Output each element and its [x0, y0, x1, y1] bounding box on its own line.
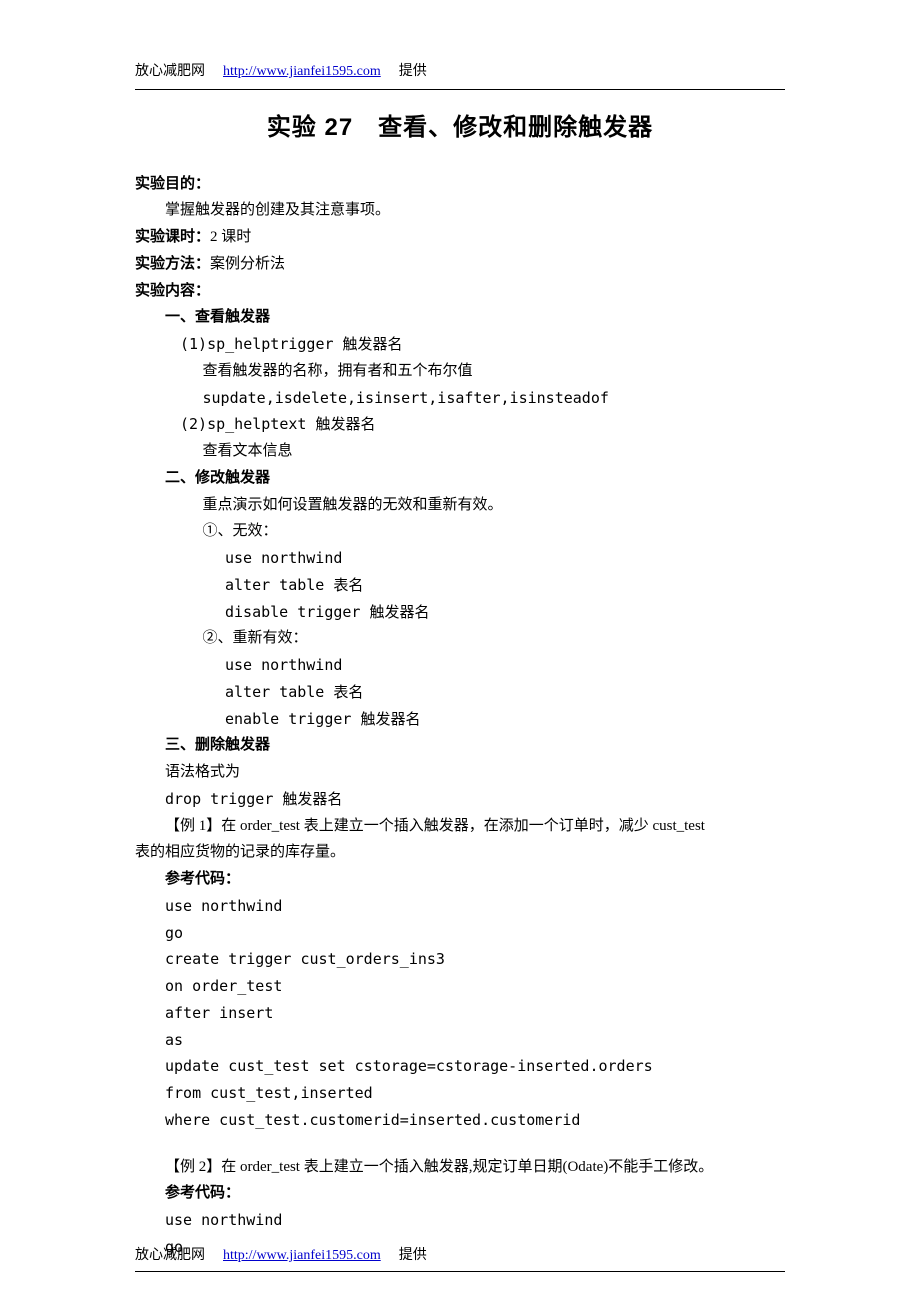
ex1-c8: from cust_test,inserted	[135, 1081, 785, 1106]
ex1-c5: after insert	[135, 1001, 785, 1026]
ex1-c6: as	[135, 1028, 785, 1053]
ex2-c1: use northwind	[135, 1208, 785, 1233]
ex1-ref-label: 参考代码：	[135, 867, 785, 892]
part3-l1: 语法格式为	[135, 760, 785, 785]
footer-site-link[interactable]: http://www.jianfei1595.com	[223, 1244, 381, 1267]
ex1-title-l2: 表的相应货物的记录的库存量。	[135, 840, 785, 865]
method-text: 案例分析法	[210, 256, 285, 272]
document-page: 放心减肥网 http://www.jianfei1595.com 提供 实验 2…	[0, 0, 920, 1302]
purpose-label: 实验目的：	[135, 175, 210, 192]
header-site-link[interactable]: http://www.jianfei1595.com	[223, 60, 381, 83]
ex1-c9: where cust_test.customerid=inserted.cust…	[135, 1108, 785, 1133]
ex2-title: 【例 2】在 order_test 表上建立一个插入触发器,规定订单日期(Oda…	[135, 1155, 785, 1180]
content-label: 实验内容：	[135, 282, 210, 299]
part1-item2: (2)sp_helptext 触发器名	[135, 412, 785, 437]
part2-b-l3: enable trigger 触发器名	[135, 707, 785, 732]
part2-b-label: ②、重新有效：	[135, 626, 785, 651]
method-label: 实验方法：	[135, 255, 210, 272]
method-row: 实验方法：案例分析法	[135, 252, 785, 277]
document-title: 实验 27 查看、修改和删除触发器	[135, 108, 785, 148]
part2-a-l2: alter table 表名	[135, 573, 785, 598]
page-footer: 放心减肥网 http://www.jianfei1595.com 提供	[135, 1244, 785, 1272]
part2-b-l2: alter table 表名	[135, 680, 785, 705]
part2-a-l3: disable trigger 触发器名	[135, 600, 785, 625]
header-rule	[135, 89, 785, 90]
part1-heading: 一、查看触发器	[135, 305, 785, 330]
ex1-c4: on order_test	[135, 974, 785, 999]
part1-item1-l2: supdate,isdelete,isinsert,isafter,isinst…	[135, 386, 785, 411]
part3-l2: drop trigger 触发器名	[135, 787, 785, 812]
hours-row: 实验课时：2 课时	[135, 225, 785, 250]
purpose-row: 实验目的：	[135, 172, 785, 197]
ex1-c1: use northwind	[135, 894, 785, 919]
part1-item1-l1: 查看触发器的名称，拥有者和五个布尔值	[135, 359, 785, 384]
purpose-text: 掌握触发器的创建及其注意事项。	[135, 198, 785, 223]
part2-a-l1: use northwind	[135, 546, 785, 571]
part2-heading: 二、修改触发器	[135, 466, 785, 491]
part2-b-l1: use northwind	[135, 653, 785, 678]
ex1-c2: go	[135, 921, 785, 946]
header-provided: 提供	[399, 60, 427, 83]
footer-site-name: 放心减肥网	[135, 1244, 205, 1267]
part1-item1: (1)sp_helptrigger 触发器名	[135, 332, 785, 357]
part1-item2-l1: 查看文本信息	[135, 439, 785, 464]
ex1-title-l1: 【例 1】在 order_test 表上建立一个插入触发器，在添加一个订单时，减…	[135, 814, 785, 839]
hours-text: 2 课时	[210, 229, 251, 245]
ex1-c7: update cust_test set cstorage=cstorage-i…	[135, 1054, 785, 1079]
part2-a-label: ①、无效：	[135, 519, 785, 544]
part2-intro: 重点演示如何设置触发器的无效和重新有效。	[135, 493, 785, 518]
ex2-ref-label: 参考代码：	[135, 1181, 785, 1206]
ex1-c3: create trigger cust_orders_ins3	[135, 947, 785, 972]
content-row: 实验内容：	[135, 279, 785, 304]
footer-rule	[135, 1271, 785, 1272]
header-site-name: 放心减肥网	[135, 60, 205, 83]
footer-provided: 提供	[399, 1244, 427, 1267]
hours-label: 实验课时：	[135, 228, 210, 245]
spacer	[135, 1135, 785, 1153]
part3-heading: 三、删除触发器	[135, 733, 785, 758]
page-header: 放心减肥网 http://www.jianfei1595.com 提供	[135, 60, 785, 83]
